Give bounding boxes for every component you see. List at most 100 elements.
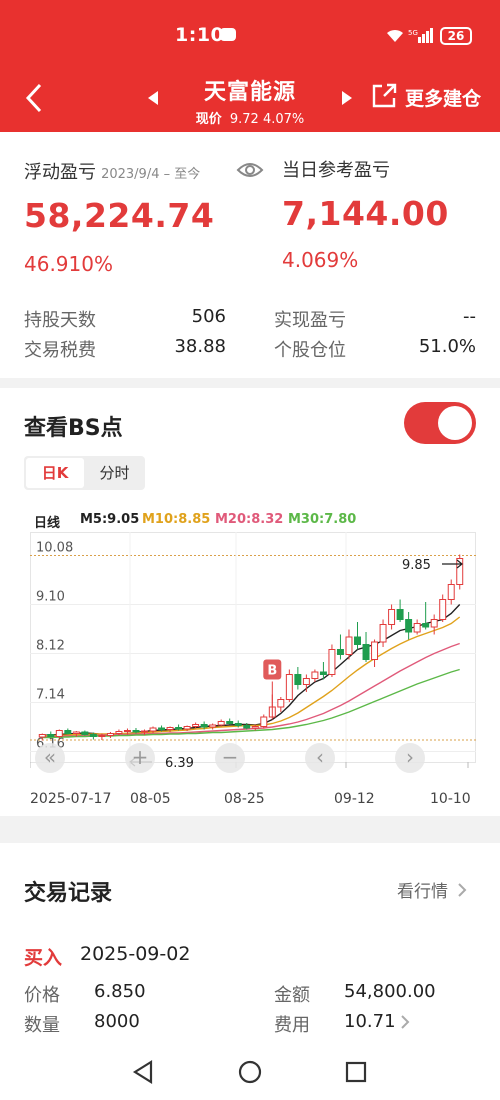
bs-toggle[interactable] (404, 402, 476, 444)
holding-days-value: 506 (191, 306, 226, 327)
view-quotes-label: 看行情 (397, 882, 448, 902)
float-pnl-heading: 浮动盈亏 2023/9/4 – 至今 (24, 158, 200, 184)
share-icon[interactable] (370, 82, 398, 110)
chevron-right-icon (458, 883, 467, 897)
candle-body (243, 725, 251, 729)
daily-pnl-value: 7,144.00 (282, 194, 449, 233)
candle-body (302, 678, 310, 685)
candle-body (294, 674, 302, 685)
stock-price-line: 现价 9.72 4.07% (140, 108, 360, 127)
chevron-right-icon[interactable] (400, 1015, 410, 1029)
candle-body (439, 599, 447, 620)
nav-bar: 天富能源 现价 9.72 4.07% 更多建仓 (0, 68, 500, 128)
nav-recents-icon[interactable] (345, 1061, 367, 1083)
pnl-summary-card: 浮动盈亏 2023/9/4 – 至今 58,224.74 46.910% 当日参… (0, 132, 500, 378)
candle-body (81, 731, 89, 735)
tab-intraday[interactable]: 分时 (86, 458, 143, 488)
tax-fee-label: 交易税费 (24, 340, 96, 361)
position-ratio-label: 个股仓位 (274, 340, 346, 361)
wechat-notification-icon (220, 28, 236, 41)
scroll-right-control[interactable]: › (395, 743, 425, 773)
candle-body (388, 609, 396, 625)
trade-price-label: 价格 (24, 985, 60, 1006)
status-bar: 1:10 5G 26 (0, 0, 500, 62)
x-tick-label: 08-25 (224, 791, 265, 807)
buy-marker-label: B (267, 664, 277, 679)
trade-date: 2025-09-02 (80, 943, 191, 965)
candle-body (149, 727, 157, 732)
float-pnl-range: 2023/9/4 – 至今 (101, 167, 201, 182)
trades-title: 交易记录 (24, 881, 113, 906)
trade-amount: 54,800.00 (344, 981, 436, 1002)
stock-name: 天富能源 (203, 80, 296, 105)
candle-body (251, 726, 259, 729)
candle-body (447, 584, 455, 600)
current-price: 9.72 (229, 112, 259, 127)
candle-body (200, 724, 208, 728)
y-tick-label: 9.10 (36, 590, 65, 605)
candle-body (106, 733, 114, 736)
ma-label-m10: M10:8.85 (142, 512, 211, 527)
candle-body (38, 734, 46, 738)
x-tick-label: 08-05 (130, 791, 171, 807)
candle-body (226, 721, 234, 724)
trade-fee-label: 费用 (274, 1015, 310, 1036)
trade-qty-label: 数量 (24, 1015, 60, 1036)
candle-body (192, 724, 200, 727)
candle-body (141, 730, 148, 733)
status-time: 1:10 (175, 24, 225, 46)
y-tick-label: 7.14 (36, 688, 65, 703)
view-quotes-link[interactable]: 看行情 (397, 877, 467, 902)
realized-pnl-label: 实现盈亏 (274, 310, 346, 331)
ma-label-m30: M30:7.80 (288, 512, 357, 527)
x-tick-label: 2025-07-17 (30, 791, 112, 807)
trade-qty: 8000 (94, 1011, 140, 1032)
candle-body (209, 724, 217, 728)
trade-fee: 10.71 (344, 1011, 396, 1032)
ma-label-daily: 日线 (34, 516, 61, 531)
low-price-label: 6.39 (165, 756, 194, 771)
tab-daily-k[interactable]: 日K (26, 458, 84, 488)
x-tick-label: 10-10 (430, 791, 471, 807)
candle-body (430, 619, 438, 628)
candle-body (311, 671, 319, 679)
tax-fee-value: 38.88 (174, 336, 226, 357)
zoom-out-control[interactable]: − (215, 743, 245, 773)
trade-price: 6.850 (94, 981, 146, 1002)
eye-icon[interactable] (236, 160, 264, 180)
signal-icon: 5G (408, 28, 433, 43)
candle-body (396, 609, 404, 620)
candle-body (183, 726, 191, 730)
candle-body (354, 636, 361, 645)
candle-body (123, 730, 131, 732)
candle-body (234, 723, 242, 726)
candle-body (72, 731, 80, 734)
scroll-left-control[interactable]: ‹ (305, 743, 335, 773)
more-position-button[interactable]: 更多建仓 (405, 84, 481, 111)
next-stock-icon[interactable] (340, 90, 354, 106)
nav-home-icon[interactable] (238, 1060, 262, 1084)
candle-body (64, 730, 72, 734)
candle-body (166, 727, 174, 730)
candle-body (362, 644, 370, 660)
bs-title: 查看BS点 (24, 416, 123, 441)
wifi-icon (387, 29, 403, 42)
rewind-control[interactable]: « (35, 743, 65, 773)
candle-body (217, 721, 225, 726)
candle-body (89, 734, 97, 737)
app-header: 1:10 5G 26 天富能源 现价 9.72 4.07% 更多建仓 (0, 0, 500, 132)
nav-back-icon[interactable] (132, 1060, 154, 1084)
candle-body (336, 649, 344, 655)
candle-body (55, 730, 63, 737)
candle-body (422, 623, 430, 628)
stock-title-block: 天富能源 现价 9.72 4.07% (140, 74, 360, 127)
back-arrow-icon[interactable] (22, 82, 46, 114)
candle-body (371, 641, 379, 660)
y-tick-label: 10.08 (36, 541, 73, 556)
x-tick-label: 09-12 (334, 791, 375, 807)
svg-text:5G: 5G (408, 29, 418, 37)
ma-label-m5: M5:9.05 (80, 512, 140, 527)
candle-body (47, 734, 55, 737)
candle-body (158, 727, 166, 730)
zoom-in-control[interactable]: + (125, 743, 155, 773)
